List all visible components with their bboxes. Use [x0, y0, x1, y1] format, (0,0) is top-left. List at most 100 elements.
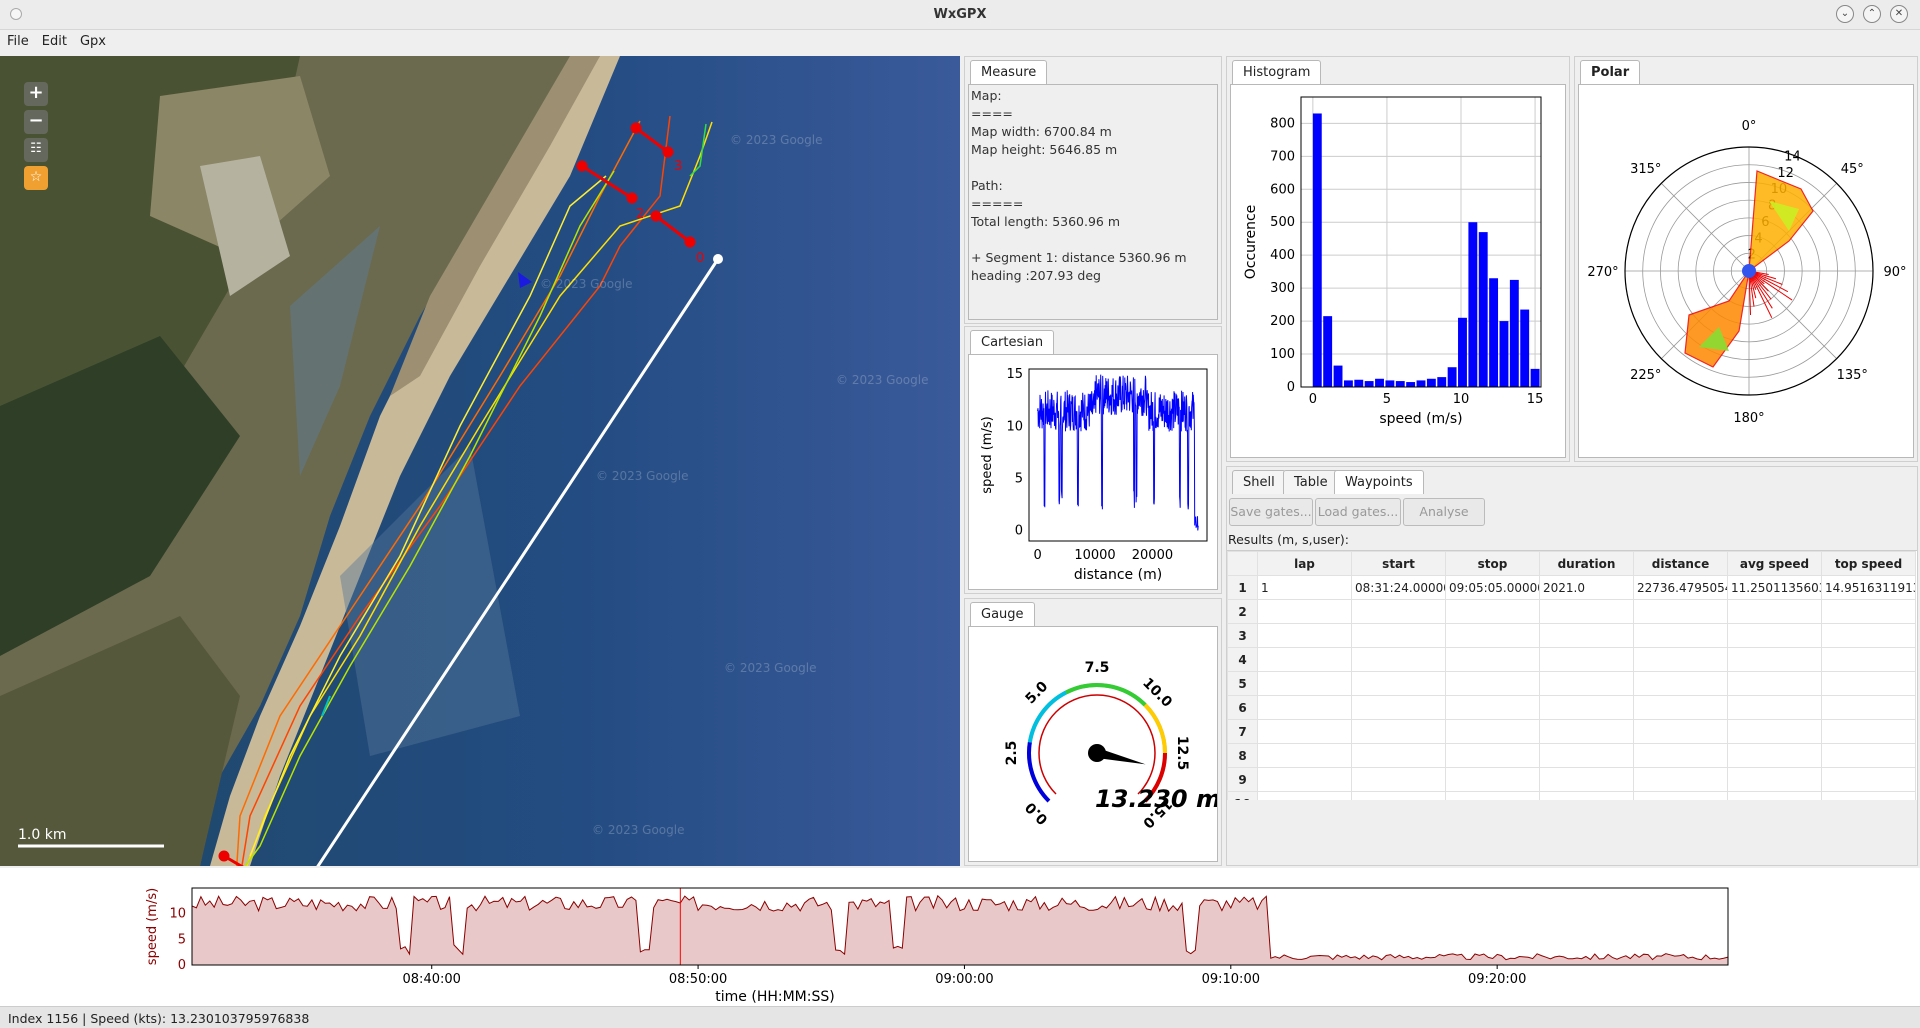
table-cell[interactable] — [1727, 623, 1822, 648]
maximize-icon[interactable]: ⌃ — [1863, 5, 1881, 23]
column-header[interactable]: distance — [1633, 551, 1728, 576]
table-cell[interactable] — [1821, 647, 1916, 672]
column-header[interactable]: top speed — [1821, 551, 1916, 576]
star-icon[interactable]: ☆ — [24, 166, 48, 190]
table-cell[interactable] — [1351, 623, 1446, 648]
table-row[interactable]: 3 — [1227, 623, 1916, 648]
table-cell[interactable] — [1351, 599, 1446, 624]
table-row[interactable]: 9 — [1227, 767, 1916, 792]
table-cell[interactable] — [1633, 767, 1728, 792]
row-header[interactable]: 7 — [1227, 719, 1258, 744]
row-header[interactable]: 10 — [1227, 791, 1258, 800]
table-cell[interactable] — [1257, 599, 1352, 624]
table-cell[interactable] — [1821, 695, 1916, 720]
load-gates-button[interactable]: Load gates... — [1315, 498, 1401, 526]
table-row[interactable]: 4 — [1227, 647, 1916, 672]
column-header[interactable]: lap — [1257, 551, 1352, 576]
table-cell[interactable] — [1351, 743, 1446, 768]
column-header[interactable]: start — [1351, 551, 1446, 576]
table-cell[interactable] — [1539, 767, 1634, 792]
table-cell[interactable] — [1445, 671, 1540, 696]
table-cell[interactable]: 14.9516311913 — [1821, 575, 1916, 600]
table-cell[interactable] — [1727, 695, 1822, 720]
minimize-icon[interactable]: ⌄ — [1836, 5, 1854, 23]
table-cell[interactable] — [1445, 599, 1540, 624]
table-cell[interactable] — [1633, 695, 1728, 720]
table-cell[interactable] — [1727, 647, 1822, 672]
table-cell[interactable] — [1633, 671, 1728, 696]
table-cell[interactable]: 09:05:05.00000 — [1445, 575, 1540, 600]
table-cell[interactable]: 1 — [1257, 575, 1352, 600]
table-cell[interactable] — [1257, 623, 1352, 648]
tab-polar[interactable]: Polar — [1580, 60, 1641, 84]
zoom-in-icon[interactable]: + — [24, 82, 48, 106]
table-cell[interactable] — [1257, 743, 1352, 768]
table-cell[interactable] — [1633, 719, 1728, 744]
table-cell[interactable] — [1727, 599, 1822, 624]
table-cell[interactable] — [1633, 647, 1728, 672]
table-cell[interactable] — [1727, 743, 1822, 768]
column-header[interactable]: avg speed — [1727, 551, 1822, 576]
table-cell[interactable] — [1539, 695, 1634, 720]
table-cell[interactable] — [1727, 671, 1822, 696]
table-cell[interactable] — [1257, 767, 1352, 792]
row-header[interactable]: 5 — [1227, 671, 1258, 696]
tab-table[interactable]: Table — [1283, 470, 1339, 494]
timeline-chart[interactable]: 08:40:00 08:50:00 09:00:00 09:10:00 09:20:00… — [0, 868, 1920, 1006]
table-cell[interactable] — [1821, 743, 1916, 768]
menu-gpx[interactable]: Gpx — [73, 30, 112, 49]
table-row[interactable]: 10 — [1227, 791, 1916, 800]
table-cell[interactable]: 2021.0 — [1539, 575, 1634, 600]
table-cell[interactable] — [1633, 599, 1728, 624]
table-cell[interactable] — [1445, 719, 1540, 744]
table-cell[interactable] — [1539, 671, 1634, 696]
table-cell[interactable] — [1445, 743, 1540, 768]
table-cell[interactable] — [1821, 719, 1916, 744]
table-cell[interactable] — [1257, 695, 1352, 720]
tab-waypoints[interactable]: Waypoints — [1334, 470, 1424, 494]
table-cell[interactable] — [1257, 719, 1352, 744]
table-cell[interactable] — [1445, 647, 1540, 672]
results-grid[interactable]: lap start stop duration distance avg speed top… — [1227, 550, 1917, 800]
table-cell[interactable] — [1351, 695, 1446, 720]
table-cell[interactable] — [1257, 647, 1352, 672]
table-cell[interactable] — [1351, 647, 1446, 672]
table-row[interactable]: 2 — [1227, 599, 1916, 624]
table-cell[interactable] — [1727, 791, 1822, 800]
table-row[interactable]: 8 — [1227, 743, 1916, 768]
table-cell[interactable] — [1633, 623, 1728, 648]
table-cell[interactable] — [1821, 767, 1916, 792]
table-cell[interactable] — [1539, 599, 1634, 624]
table-cell[interactable] — [1821, 671, 1916, 696]
table-cell[interactable] — [1821, 791, 1916, 800]
table-cell[interactable] — [1445, 791, 1540, 800]
row-header[interactable]: 8 — [1227, 743, 1258, 768]
analyse-button[interactable]: Analyse — [1403, 498, 1485, 526]
table-cell[interactable] — [1821, 623, 1916, 648]
row-header[interactable]: 3 — [1227, 623, 1258, 648]
table-cell[interactable] — [1539, 791, 1634, 800]
tab-measure[interactable]: Measure — [970, 60, 1048, 84]
tab-histogram[interactable]: Histogram — [1232, 60, 1322, 84]
tab-cartesian[interactable]: Cartesian — [970, 330, 1055, 354]
table-cell[interactable] — [1351, 671, 1446, 696]
table-cell[interactable] — [1445, 695, 1540, 720]
table-cell[interactable] — [1257, 671, 1352, 696]
table-cell[interactable] — [1257, 791, 1352, 800]
table-cell[interactable] — [1633, 743, 1728, 768]
table-cell[interactable]: 22736.4795054 — [1633, 575, 1728, 600]
table-cell[interactable] — [1351, 767, 1446, 792]
row-header[interactable]: 4 — [1227, 647, 1258, 672]
table-cell[interactable] — [1539, 743, 1634, 768]
tab-gauge[interactable]: Gauge — [970, 602, 1035, 626]
table-cell[interactable] — [1633, 791, 1728, 800]
table-row[interactable]: 6 — [1227, 695, 1916, 720]
map-view[interactable]: 3 2 0 1 © 2023 Google © 2023 Google © 20… — [0, 56, 960, 866]
satellite-map[interactable]: 3 2 0 1 © 2023 Google © 2023 Google © 20… — [0, 56, 960, 866]
table-cell[interactable] — [1445, 623, 1540, 648]
table-cell[interactable] — [1821, 599, 1916, 624]
row-header[interactable]: 6 — [1227, 695, 1258, 720]
table-cell[interactable]: 08:31:24.00000 — [1351, 575, 1446, 600]
column-header[interactable]: stop — [1445, 551, 1540, 576]
table-cell[interactable]: 11.2501135603 — [1727, 575, 1822, 600]
